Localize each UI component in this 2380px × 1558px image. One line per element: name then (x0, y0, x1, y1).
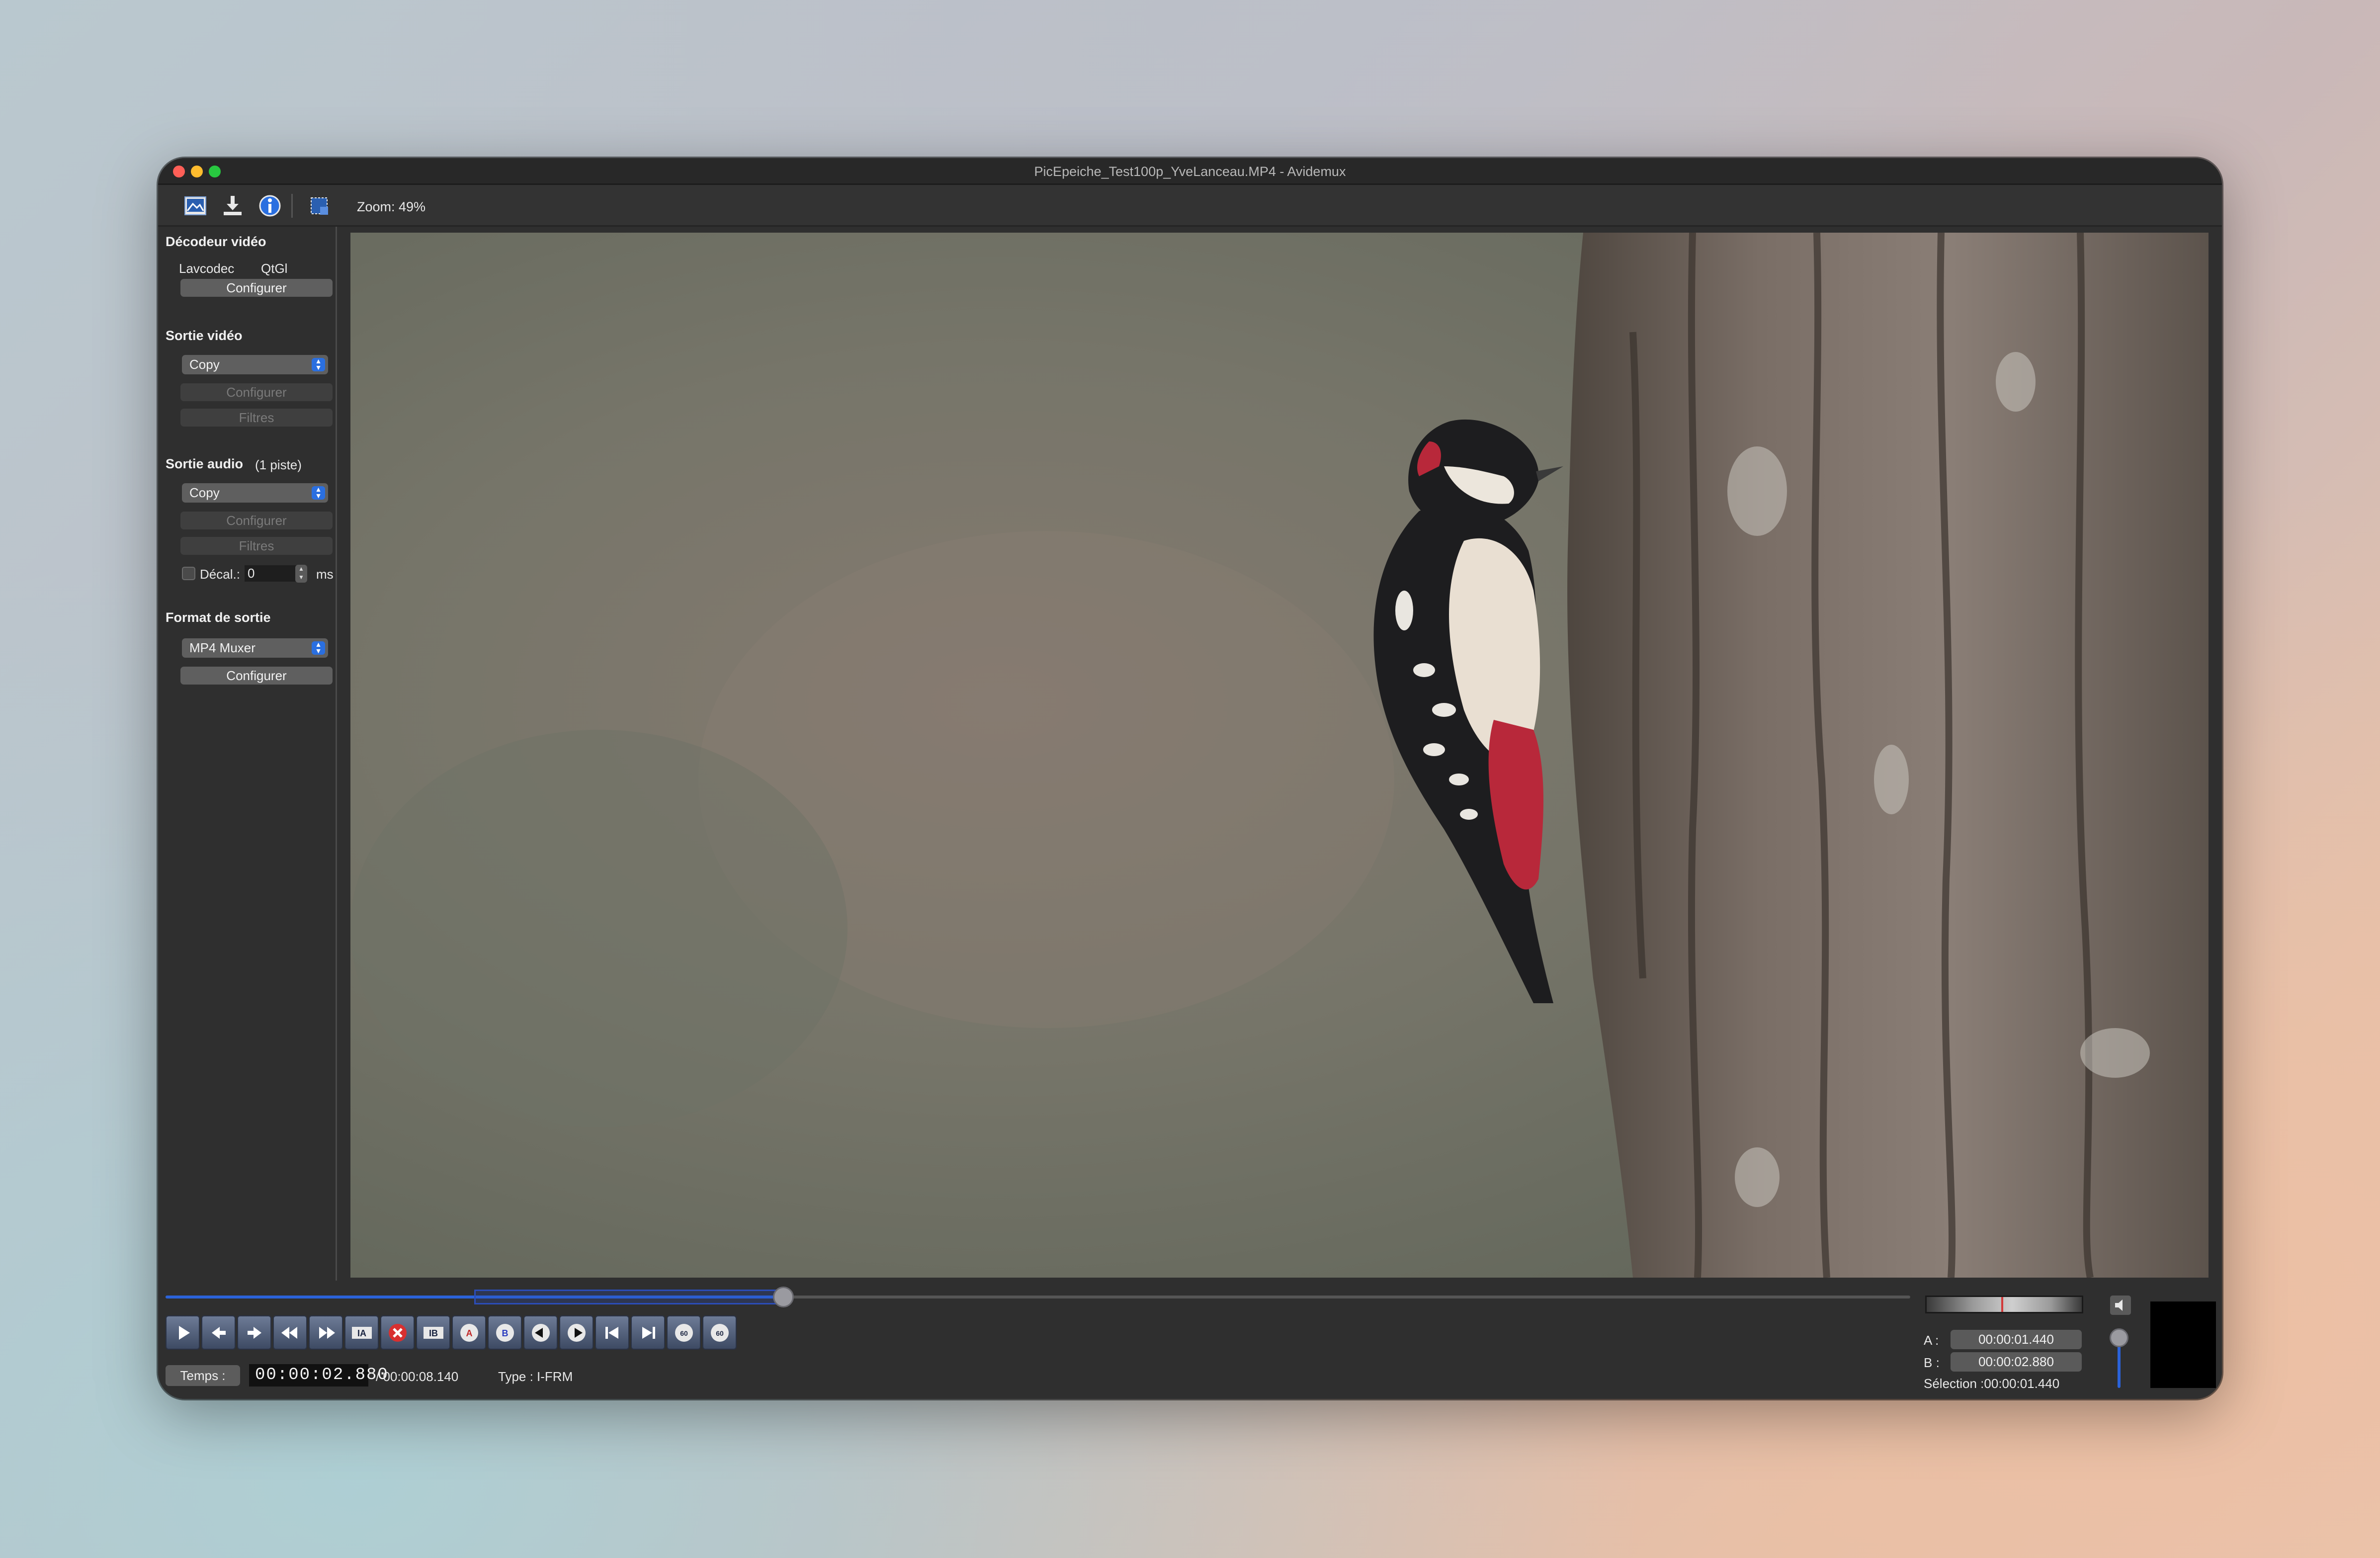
video-codec-value: Copy (189, 357, 220, 372)
frame-type: Type : I-FRM (498, 1369, 573, 1384)
delete-selection-icon (389, 1324, 407, 1342)
audio-preview-panel (2150, 1301, 2216, 1388)
avidemux-window: PicEpeiche_Test100p_YveLanceau.MP4 - Avi… (158, 158, 2222, 1399)
marker-b-field[interactable]: 00:00:02.880 (1951, 1352, 2082, 1372)
audio-shift-input[interactable]: 0 (245, 565, 298, 582)
svg-text:B: B (502, 1328, 509, 1338)
audio-meter (1925, 1296, 2083, 1313)
next-frame-button[interactable] (237, 1315, 271, 1350)
next-keyframe-icon (319, 1327, 335, 1339)
svg-text:IB: IB (429, 1328, 438, 1338)
goto-marker-a-button[interactable]: A (452, 1315, 486, 1350)
timeline-slider[interactable] (166, 1287, 1910, 1307)
video-codec-select[interactable]: Copy ▲ ▼ (182, 355, 328, 374)
goto-start-button[interactable] (595, 1315, 629, 1350)
window-title: PicEpeiche_Test100p_YveLanceau.MP4 - Avi… (1034, 164, 1346, 179)
save-download-icon[interactable] (221, 194, 245, 218)
goto-marker-a-icon: A (460, 1324, 478, 1342)
audio-shift-label: Décal.: (200, 567, 240, 582)
svg-text:60: 60 (716, 1329, 724, 1337)
decoder-lib: QtGl (261, 261, 288, 276)
next-black-frame-icon (568, 1324, 586, 1342)
svg-text:A: A (466, 1328, 473, 1338)
goto-marker-b-button[interactable]: B (488, 1315, 522, 1350)
open-image-icon[interactable] (183, 194, 207, 218)
toolbar-separator (291, 194, 293, 218)
audio-meter-marker (2001, 1297, 2003, 1312)
woodpecker-frame-image (350, 233, 2209, 1278)
marker-a-label: A : (1924, 1333, 1939, 1348)
set-marker-a-icon: IA (352, 1327, 372, 1339)
set-marker-a-button[interactable]: IA (344, 1315, 379, 1350)
audio-output-heading: Sortie audio (166, 456, 244, 471)
decoder-name: Lavcodec (179, 261, 235, 276)
svg-text:IA: IA (357, 1328, 366, 1338)
video-output-heading: Sortie vidéo (166, 328, 243, 343)
prev-frame-icon (212, 1327, 226, 1339)
back-60s-icon: 60 (675, 1324, 693, 1342)
selection-duration: Sélection :00:00:01.440 (1924, 1376, 2060, 1391)
audio-shift-checkbox[interactable] (182, 567, 195, 580)
selection-frame-icon[interactable] (307, 194, 331, 218)
set-marker-b-button[interactable]: IB (416, 1315, 450, 1350)
audio-configure-button[interactable]: Configurer (180, 512, 333, 529)
svg-text:60: 60 (680, 1329, 688, 1337)
current-time-field[interactable]: 00:00:02.880 (249, 1364, 388, 1386)
goto-start-icon (605, 1327, 618, 1339)
prev-black-frame-icon (532, 1324, 550, 1342)
chevron-updown-icon: ▲ ▼ (312, 641, 325, 655)
chevron-updown-icon: ▲ ▼ (312, 357, 325, 371)
info-icon[interactable] (258, 194, 282, 218)
prev-keyframe-button[interactable] (273, 1315, 307, 1350)
audio-filters-button[interactable]: Filtres (180, 537, 333, 555)
chevron-updown-icon: ▲ ▼ (312, 486, 325, 500)
delete-selection-button[interactable] (380, 1315, 415, 1350)
timeline-handle[interactable] (772, 1287, 794, 1307)
muxer-select[interactable]: MP4 Muxer ▲ ▼ (182, 638, 328, 658)
volume-slider[interactable] (2118, 1340, 2121, 1388)
muxer-configure-button[interactable]: Configurer (180, 667, 333, 685)
timeline-selection (474, 1290, 783, 1304)
forward-60s-button[interactable]: 60 (702, 1315, 737, 1350)
settings-sidebar: Décodeur vidéo Lavcodec QtGl Configurer … (158, 227, 337, 1281)
zoom-level: Zoom: 49% (357, 199, 426, 214)
next-black-frame-button[interactable] (559, 1315, 594, 1350)
time-button[interactable]: Temps : (166, 1365, 240, 1386)
goto-marker-b-icon: B (496, 1324, 514, 1342)
audio-codec-select[interactable]: Copy ▲ ▼ (182, 483, 328, 503)
goto-end-button[interactable] (631, 1315, 665, 1350)
audio-shift-unit: ms (316, 567, 334, 582)
next-keyframe-button[interactable] (309, 1315, 343, 1350)
next-frame-icon (248, 1327, 261, 1339)
marker-b-label: B : (1924, 1355, 1940, 1370)
video-preview (350, 233, 2209, 1278)
forward-60s-icon: 60 (711, 1324, 729, 1342)
prev-black-frame-button[interactable] (523, 1315, 558, 1350)
volume-handle[interactable] (2110, 1328, 2128, 1347)
title-bar: PicEpeiche_Test100p_YveLanceau.MP4 - Avi… (158, 158, 2222, 185)
playback-panel: IA IB A B 60 60 Temps : 00:00:02.880 / 00:00:… (158, 1281, 2222, 1399)
marker-a-field[interactable]: 00:00:01.440 (1951, 1330, 2082, 1349)
play-icon (179, 1326, 190, 1340)
total-time: / 00:00:08.140 (376, 1369, 459, 1384)
toolbar: Zoom: 49% (158, 185, 2222, 227)
output-format-heading: Format de sortie (166, 610, 271, 625)
prev-frame-button[interactable] (201, 1315, 236, 1350)
video-filters-button[interactable]: Filtres (180, 409, 333, 427)
video-configure-button[interactable]: Configurer (180, 383, 333, 401)
goto-end-icon (642, 1327, 655, 1339)
prev-keyframe-icon (281, 1327, 297, 1339)
play-button[interactable] (166, 1315, 200, 1350)
set-marker-b-icon: IB (424, 1327, 443, 1339)
audio-codec-value: Copy (189, 485, 220, 500)
audio-shift-stepper[interactable]: ▲ ▼ (295, 565, 307, 583)
video-decoder-heading: Décodeur vidéo (166, 234, 266, 249)
muxer-value: MP4 Muxer (189, 640, 255, 655)
speaker-icon[interactable] (2110, 1296, 2131, 1315)
back-60s-button[interactable]: 60 (667, 1315, 701, 1350)
decoder-configure-button[interactable]: Configurer (180, 279, 333, 297)
audio-track-count: (1 piste) (255, 457, 302, 472)
